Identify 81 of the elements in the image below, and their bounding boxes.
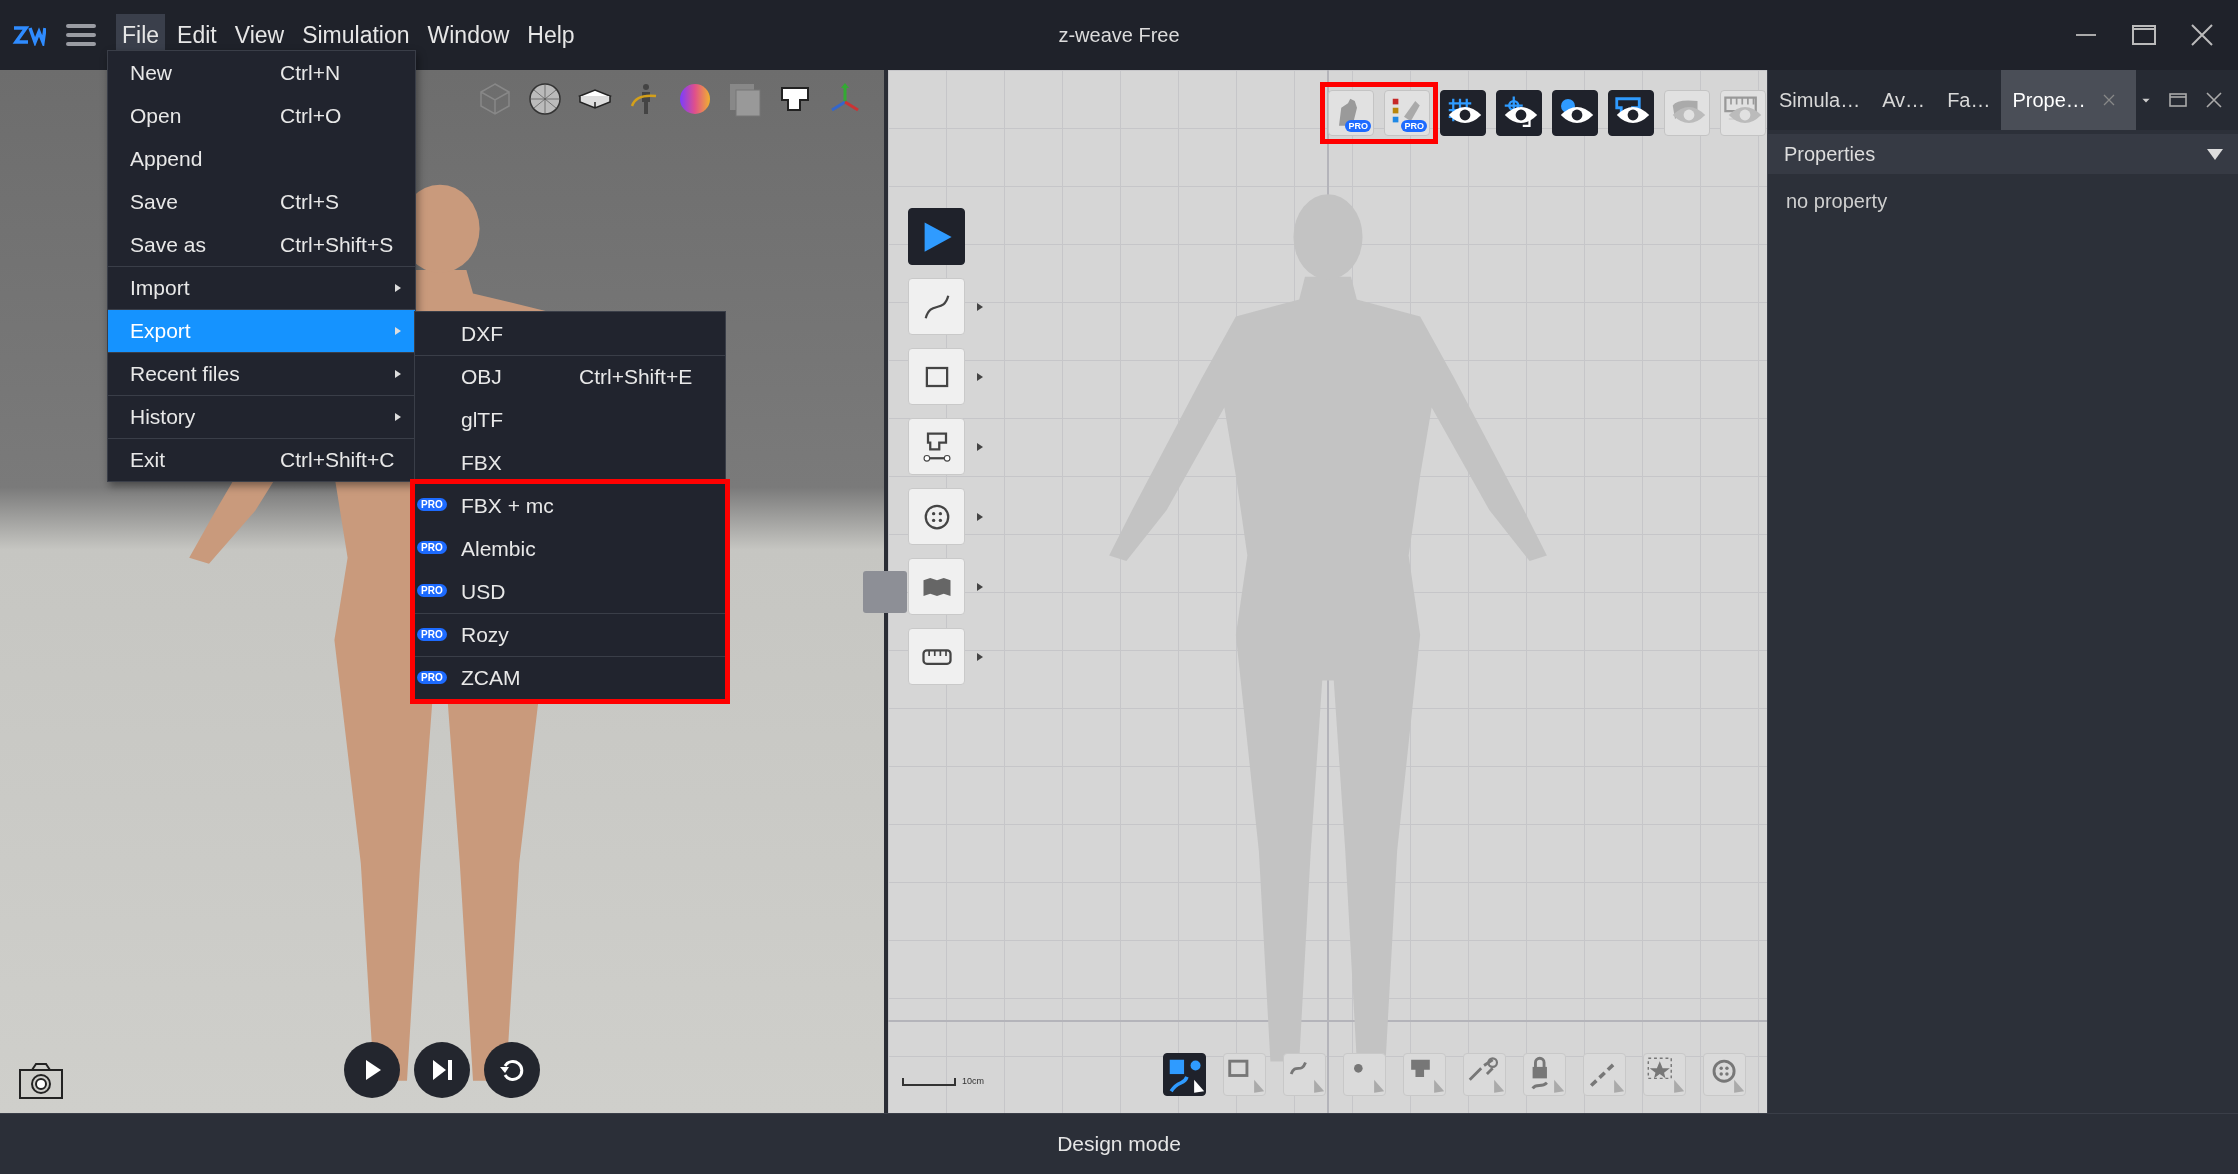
point-toggle-button[interactable] — [1552, 90, 1598, 136]
caret-icon[interactable] — [975, 650, 985, 663]
star-mode-button[interactable] — [1643, 1053, 1686, 1096]
caret-icon[interactable] — [975, 580, 985, 593]
pro-badge: PRO — [417, 671, 447, 684]
logo-icon — [12, 24, 46, 46]
caret-icon[interactable] — [975, 300, 985, 313]
empty-message: no property — [1785, 189, 1889, 214]
pin-mode-button[interactable] — [1463, 1053, 1506, 1096]
colorway-toggle-button[interactable]: PRO — [1384, 90, 1430, 136]
panel-tab[interactable]: Simula… — [1768, 70, 1872, 130]
scale-label: 10cm — [962, 1076, 984, 1086]
camera-icon[interactable] — [18, 1062, 64, 1100]
maximize-icon[interactable] — [2168, 90, 2188, 110]
pro-badge: PRO — [1401, 120, 1427, 132]
snap-toggle-button[interactable] — [1496, 90, 1542, 136]
export-menu-item[interactable]: PRO ZCAM — [415, 656, 725, 699]
caret-icon[interactable] — [975, 370, 985, 383]
collapse-icon[interactable] — [2206, 147, 2224, 161]
edit-mode-button[interactable] — [1163, 1053, 1206, 1096]
pro-badge: PRO — [417, 628, 447, 641]
sewing-mode-button[interactable] — [1403, 1053, 1446, 1096]
avatar-toggle-button[interactable]: PRO — [1328, 90, 1374, 136]
submenu-arrow-icon — [393, 411, 403, 423]
submenu-arrow-icon — [393, 368, 403, 380]
panel-tab[interactable]: Av… — [1871, 70, 1937, 130]
panel-tab[interactable]: Fa… — [1936, 70, 2002, 130]
ruler-toggle-button[interactable] — [1720, 90, 1766, 136]
mesh-sphere-icon[interactable] — [526, 80, 564, 118]
window-title: z-weave Free — [1058, 23, 1180, 47]
panel-collapse-handle[interactable] — [863, 571, 907, 613]
file-menu-item[interactable]: Save as Ctrl+Shift+S — [108, 223, 415, 266]
file-menu-item[interactable]: Open Ctrl+O — [108, 94, 415, 137]
pro-badge: PRO — [417, 498, 447, 511]
pro-badge: PRO — [417, 584, 447, 597]
pro-badge: PRO — [417, 541, 447, 554]
file-menu-item[interactable]: Save Ctrl+S — [108, 180, 415, 223]
caret-icon[interactable] — [975, 510, 985, 523]
submenu-arrow-icon — [393, 325, 403, 337]
fabric-toggle-button[interactable] — [1664, 90, 1710, 136]
status-text: Design mode — [1057, 1132, 1181, 1156]
button-mode-button[interactable] — [1703, 1053, 1746, 1096]
rectangle-tool-button[interactable] — [908, 348, 965, 405]
menu-bar-item[interactable]: Help — [521, 13, 581, 57]
export-menu-item[interactable]: FBX — [415, 441, 725, 484]
sewing-tool-button[interactable] — [908, 418, 965, 475]
step-button[interactable] — [414, 1042, 470, 1098]
pro-badge: PRO — [1345, 120, 1371, 132]
grid-toggle-button[interactable] — [1440, 90, 1486, 136]
fold-tool-button[interactable] — [908, 558, 965, 615]
export-menu-item[interactable]: DXF — [415, 312, 725, 355]
reset-icon — [499, 1057, 525, 1083]
measure-tool-button[interactable] — [908, 628, 965, 685]
file-menu-item[interactable]: Append — [108, 137, 415, 180]
lock-mode-button[interactable] — [1523, 1053, 1566, 1096]
button-tool-button[interactable] — [908, 488, 965, 545]
panel-tab[interactable]: Prope… — [2001, 70, 2136, 130]
menu-icon[interactable] — [66, 22, 96, 48]
sewing-toggle-button[interactable] — [1608, 90, 1654, 136]
section-title: Properties — [1784, 142, 1876, 166]
2d-pattern-canvas[interactable]: PRO PRO 10cm — [888, 70, 1767, 1113]
line-mode-button[interactable] — [1583, 1053, 1626, 1096]
reset-button[interactable] — [484, 1042, 540, 1098]
export-menu-item[interactable]: PRO FBX + mc — [415, 484, 725, 527]
submenu-arrow-icon — [393, 282, 403, 294]
section-header[interactable]: Properties — [1768, 134, 2238, 174]
play-button[interactable] — [344, 1042, 400, 1098]
caret-icon[interactable] — [975, 440, 985, 453]
export-menu-item[interactable]: OBJ Ctrl+Shift+E — [415, 355, 725, 398]
export-menu-item[interactable]: glTF — [415, 398, 725, 441]
scale-bar — [902, 1078, 956, 1086]
select-tool-button[interactable] — [908, 208, 965, 265]
point-mode-button[interactable] — [1343, 1053, 1386, 1096]
rectangle-mode-button[interactable] — [1223, 1053, 1266, 1096]
curve-mode-button[interactable] — [1283, 1053, 1326, 1096]
export-menu-item[interactable]: PRO Alembic — [415, 527, 725, 570]
export-menu-item[interactable]: PRO USD — [415, 570, 725, 613]
menu-bar-item[interactable]: Window — [421, 13, 516, 57]
close-icon[interactable] — [2204, 90, 2224, 110]
export-menu-item[interactable]: PRO Rozy — [415, 613, 725, 656]
curve-tool-button[interactable] — [908, 278, 965, 335]
